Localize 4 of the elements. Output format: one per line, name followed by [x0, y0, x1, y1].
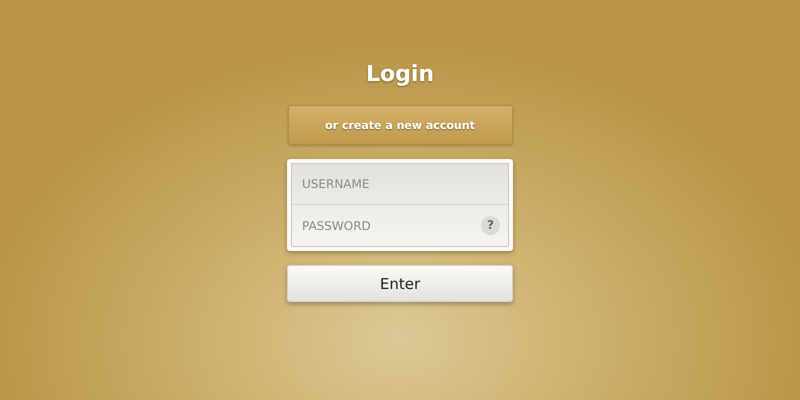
create-account-button[interactable]: or create a new account — [288, 105, 512, 145]
enter-button[interactable]: Enter — [287, 265, 513, 302]
login-title: Login — [366, 61, 434, 89]
input-field[interactable]: USERNAME — [292, 164, 508, 205]
